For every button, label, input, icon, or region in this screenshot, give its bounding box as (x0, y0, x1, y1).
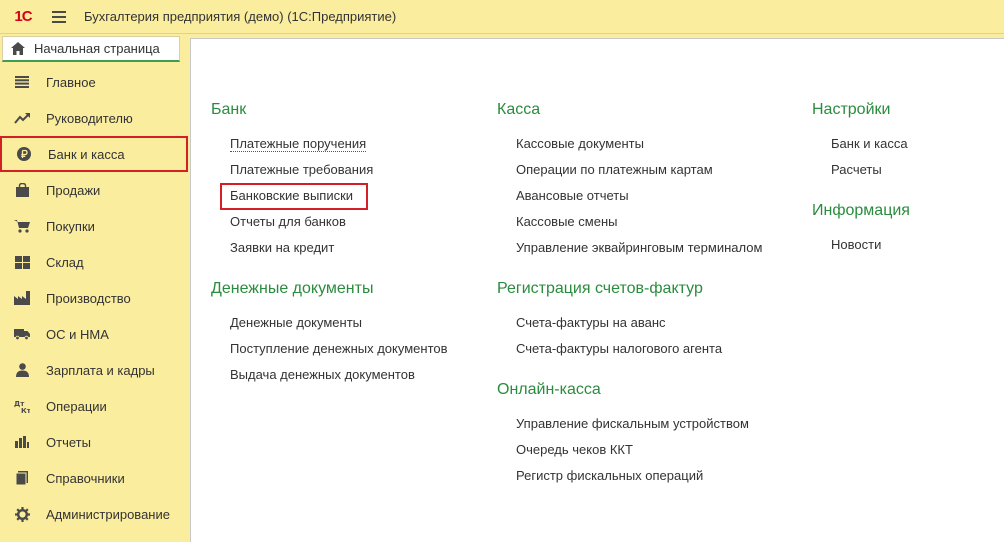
sidebar-item-label: Администрирование (46, 506, 170, 522)
sidebar-item-reports[interactable]: Отчеты (0, 424, 190, 460)
cart-icon (14, 218, 30, 234)
list-icon (14, 74, 30, 90)
link-card-operations[interactable]: Операции по платежным картам (516, 162, 713, 177)
section-title-bank: Банк (211, 101, 247, 118)
link-news[interactable]: Новости (831, 237, 881, 252)
sidebar-item-label: Продажи (46, 182, 101, 198)
link-money-documents[interactable]: Денежные документы (230, 315, 362, 330)
link-settings-bank-cash[interactable]: Банк и касса (831, 136, 908, 151)
sidebar-item-label: Склад (46, 254, 84, 270)
sidebar-item-main[interactable]: Главное (0, 64, 190, 100)
sidebar-item-label: Операции (46, 398, 107, 414)
factory-icon (14, 290, 30, 306)
section-title-money-docs: Денежные документы (211, 280, 374, 297)
title-bar: 1С Бухгалтерия предприятия (демо) (1С:Пр… (0, 0, 1004, 34)
sidebar-item-label: Руководителю (46, 110, 133, 126)
trend-icon (14, 110, 30, 126)
tab-home[interactable]: Начальная страница (2, 36, 180, 62)
link-kkt-queue[interactable]: Очередь чеков ККТ (516, 442, 633, 457)
link-cash-documents[interactable]: Кассовые документы (516, 136, 644, 151)
truck-icon (14, 326, 30, 342)
menu-icon[interactable] (52, 10, 66, 23)
link-settings-settlements[interactable]: Расчеты (831, 162, 882, 177)
sidebar-item-label: Справочники (46, 470, 125, 486)
sidebar-item-purchases[interactable]: Покупки (0, 208, 190, 244)
sidebar-item-label: Покупки (46, 218, 95, 234)
link-credit-applications[interactable]: Заявки на кредит (230, 240, 334, 255)
gear-icon (14, 506, 30, 522)
link-payment-orders[interactable]: Платежные поручения (230, 136, 367, 152)
sidebar-item-label: Банк и касса (48, 146, 125, 162)
link-money-docs-issue[interactable]: Выдача денежных документов (230, 367, 415, 382)
app-logo[interactable]: 1С (8, 8, 38, 26)
link-acquiring-terminal[interactable]: Управление эквайринговым терминалом (516, 240, 762, 255)
link-bank-reports[interactable]: Отчеты для банков (230, 214, 346, 229)
sidebar-item-manager[interactable]: Руководителю (0, 100, 190, 136)
sidebar-item-label: ОС и НМА (46, 326, 109, 342)
sidebar-item-production[interactable]: Производство (0, 280, 190, 316)
main-panel: Банк Платежные поручения Платежные требо… (190, 38, 1004, 542)
home-tab-bar: Начальная страница (0, 34, 190, 64)
link-fiscal-device[interactable]: Управление фискальным устройством (516, 416, 749, 431)
sidebar-item-label: Главное (46, 74, 96, 90)
link-advance-invoices[interactable]: Счета-фактуры на аванс (516, 315, 666, 330)
section-title-online-cash: Онлайн-касса (497, 381, 601, 398)
debit-credit-icon: Дт Кт (14, 398, 30, 414)
home-icon (11, 42, 25, 55)
section-title-invoices: Регистрация счетов-фактур (497, 280, 703, 297)
warehouse-grid-icon (14, 254, 30, 270)
link-payment-requests[interactable]: Платежные требования (230, 162, 373, 177)
sidebar-item-label: Производство (46, 290, 131, 306)
sidebar-item-label: Зарплата и кадры (46, 362, 155, 378)
link-tax-agent-invoices[interactable]: Счета-фактуры налогового агента (516, 341, 722, 356)
book-icon (14, 470, 30, 486)
section-title-settings: Настройки (812, 101, 891, 118)
bar-chart-icon (14, 434, 30, 450)
svg-text:Кт: Кт (21, 407, 30, 413)
section-title-cash: Касса (497, 101, 541, 118)
ruble-icon (16, 146, 32, 162)
app-title: Бухгалтерия предприятия (демо) (1С:Предп… (84, 9, 397, 24)
shopping-bag-icon (14, 182, 30, 198)
sidebar-item-salary[interactable]: Зарплата и кадры (0, 352, 190, 388)
person-icon (14, 362, 30, 378)
sidebar-item-label: Отчеты (46, 434, 91, 450)
link-bank-statements[interactable]: Банковские выписки (230, 188, 353, 203)
sidebar-item-bank-and-cash[interactable]: Банк и касса (0, 136, 188, 172)
sidebar-item-warehouse[interactable]: Склад (0, 244, 190, 280)
sidebar-item-fixed-assets[interactable]: ОС и НМА (0, 316, 190, 352)
tab-home-label: Начальная страница (34, 41, 160, 56)
sidebar-item-operations[interactable]: Дт Кт Операции (0, 388, 190, 424)
section-title-info: Информация (812, 202, 910, 219)
sidebar-item-directories[interactable]: Справочники (0, 460, 190, 496)
link-fiscal-register[interactable]: Регистр фискальных операций (516, 468, 703, 483)
link-advance-reports[interactable]: Авансовые отчеты (516, 188, 629, 203)
sidebar-item-sales[interactable]: Продажи (0, 172, 190, 208)
link-money-docs-receipt[interactable]: Поступление денежных документов (230, 341, 448, 356)
link-cash-shifts[interactable]: Кассовые смены (516, 214, 617, 229)
sidebar-item-administration[interactable]: Администрирование (0, 496, 190, 532)
sidebar: Главное Руководителю Банк и касса Продаж… (0, 64, 190, 542)
